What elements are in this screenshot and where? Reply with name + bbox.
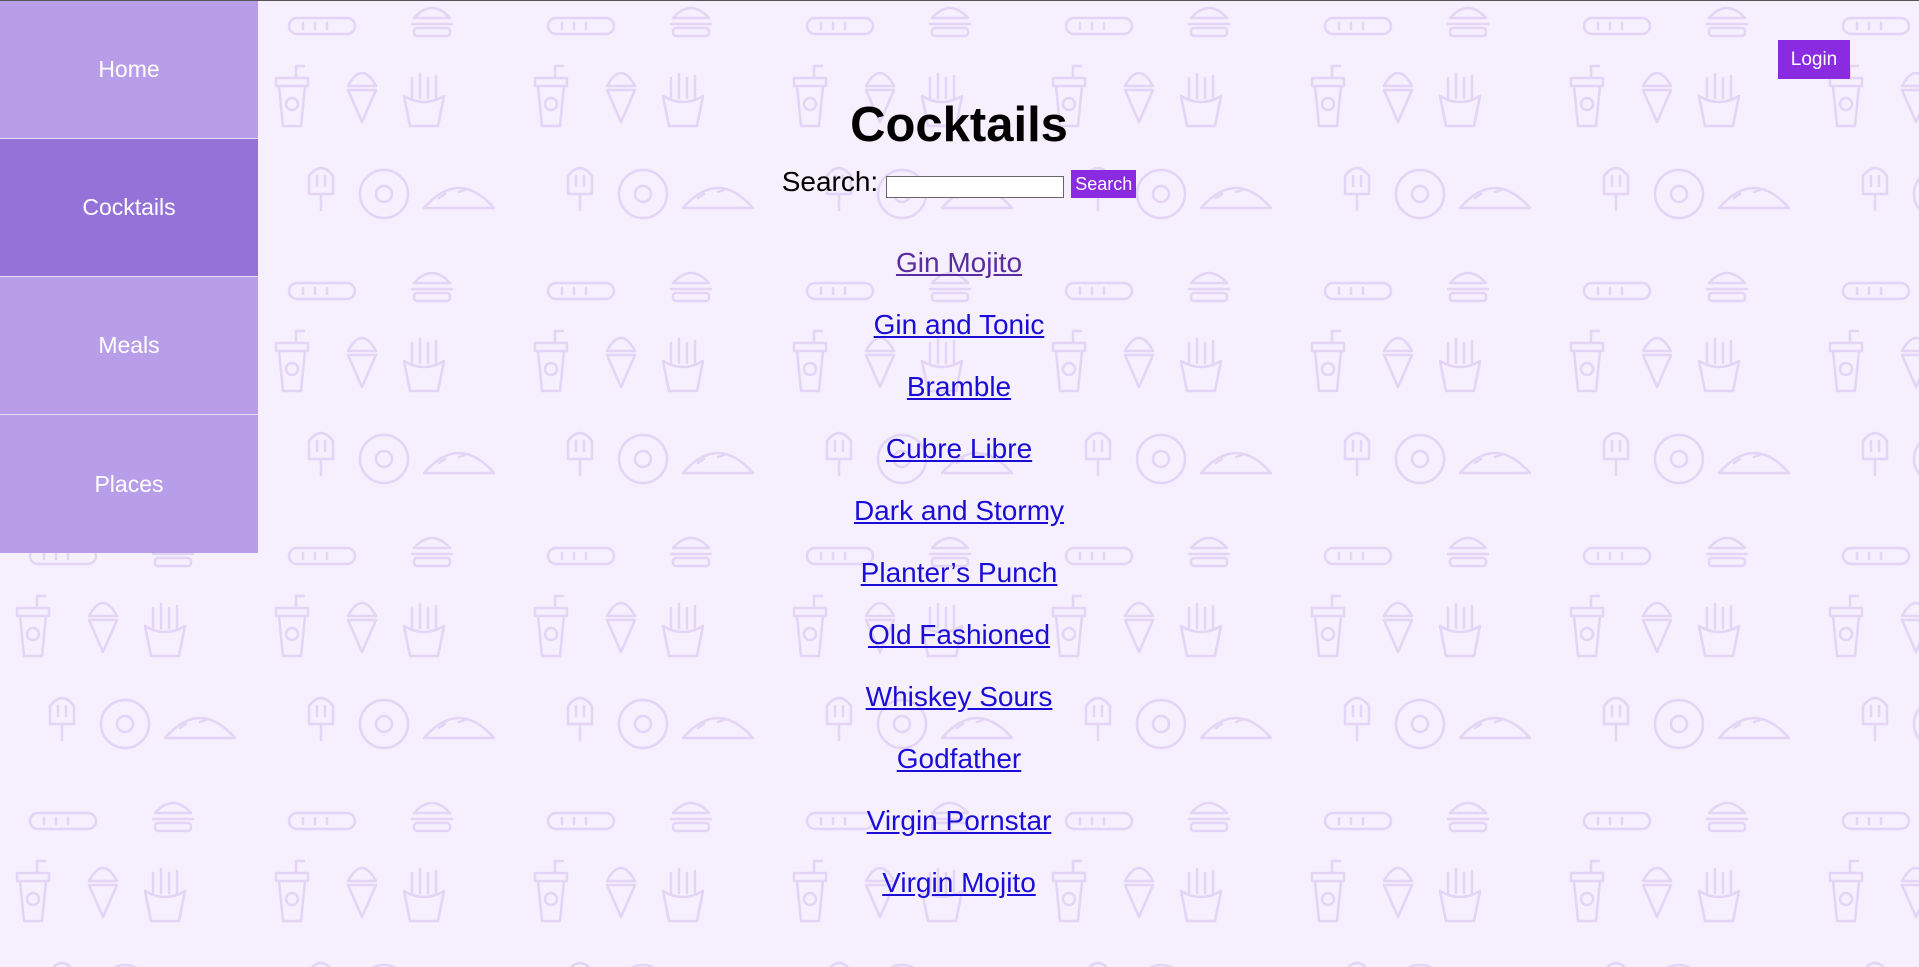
nav-item-home[interactable]: Home <box>0 1 258 139</box>
nav-item-label: Places <box>94 470 164 497</box>
sidebar-nav: Home Cocktails Meals Places <box>0 1 258 553</box>
list-item: Godfather <box>258 743 1660 805</box>
cocktail-list: Gin Mojito Gin and Tonic Bramble Cubre L… <box>258 247 1660 929</box>
search-form: Search: Search <box>258 166 1660 198</box>
list-item: Virgin Pornstar <box>258 805 1660 867</box>
list-item: Planter’s Punch <box>258 557 1660 619</box>
cocktail-link[interactable]: Godfather <box>897 743 1022 775</box>
cocktail-link[interactable]: Planter’s Punch <box>861 557 1058 589</box>
list-item: Dark and Stormy <box>258 495 1660 557</box>
cocktail-link[interactable]: Virgin Mojito <box>882 867 1036 899</box>
nav-item-label: Cocktails <box>82 194 176 220</box>
login-button[interactable]: Login <box>1778 40 1850 79</box>
list-item: Gin Mojito <box>258 247 1660 309</box>
search-label: Search: <box>781 166 879 197</box>
cocktail-link[interactable]: Dark and Stormy <box>854 495 1064 527</box>
nav-item-meals[interactable]: Meals <box>0 277 258 415</box>
list-item: Old Fashioned <box>258 619 1660 681</box>
cocktail-link[interactable]: Bramble <box>907 371 1011 403</box>
cocktail-link[interactable]: Virgin Pornstar <box>867 805 1052 837</box>
nav-item-label: Home <box>98 56 160 82</box>
nav-item-cocktails[interactable]: Cocktails <box>0 139 258 277</box>
list-item: Virgin Mojito <box>258 867 1660 929</box>
search-input[interactable] <box>886 176 1065 198</box>
cocktail-link[interactable]: Gin Mojito <box>896 247 1022 279</box>
nav-item-places[interactable]: Places <box>0 415 258 553</box>
list-item: Gin and Tonic <box>258 309 1660 371</box>
search-button[interactable]: Search <box>1071 170 1137 198</box>
nav-item-label: Meals <box>98 332 160 358</box>
cocktail-link[interactable]: Whiskey Sours <box>866 681 1053 713</box>
cocktail-link[interactable]: Old Fashioned <box>868 619 1050 651</box>
list-item: Whiskey Sours <box>258 681 1660 743</box>
list-item: Bramble <box>258 371 1660 433</box>
cocktail-link[interactable]: Cubre Libre <box>886 433 1032 465</box>
page-title: Cocktails <box>850 98 1068 152</box>
cocktail-link[interactable]: Gin and Tonic <box>874 309 1045 341</box>
list-item: Cubre Libre <box>258 433 1660 495</box>
